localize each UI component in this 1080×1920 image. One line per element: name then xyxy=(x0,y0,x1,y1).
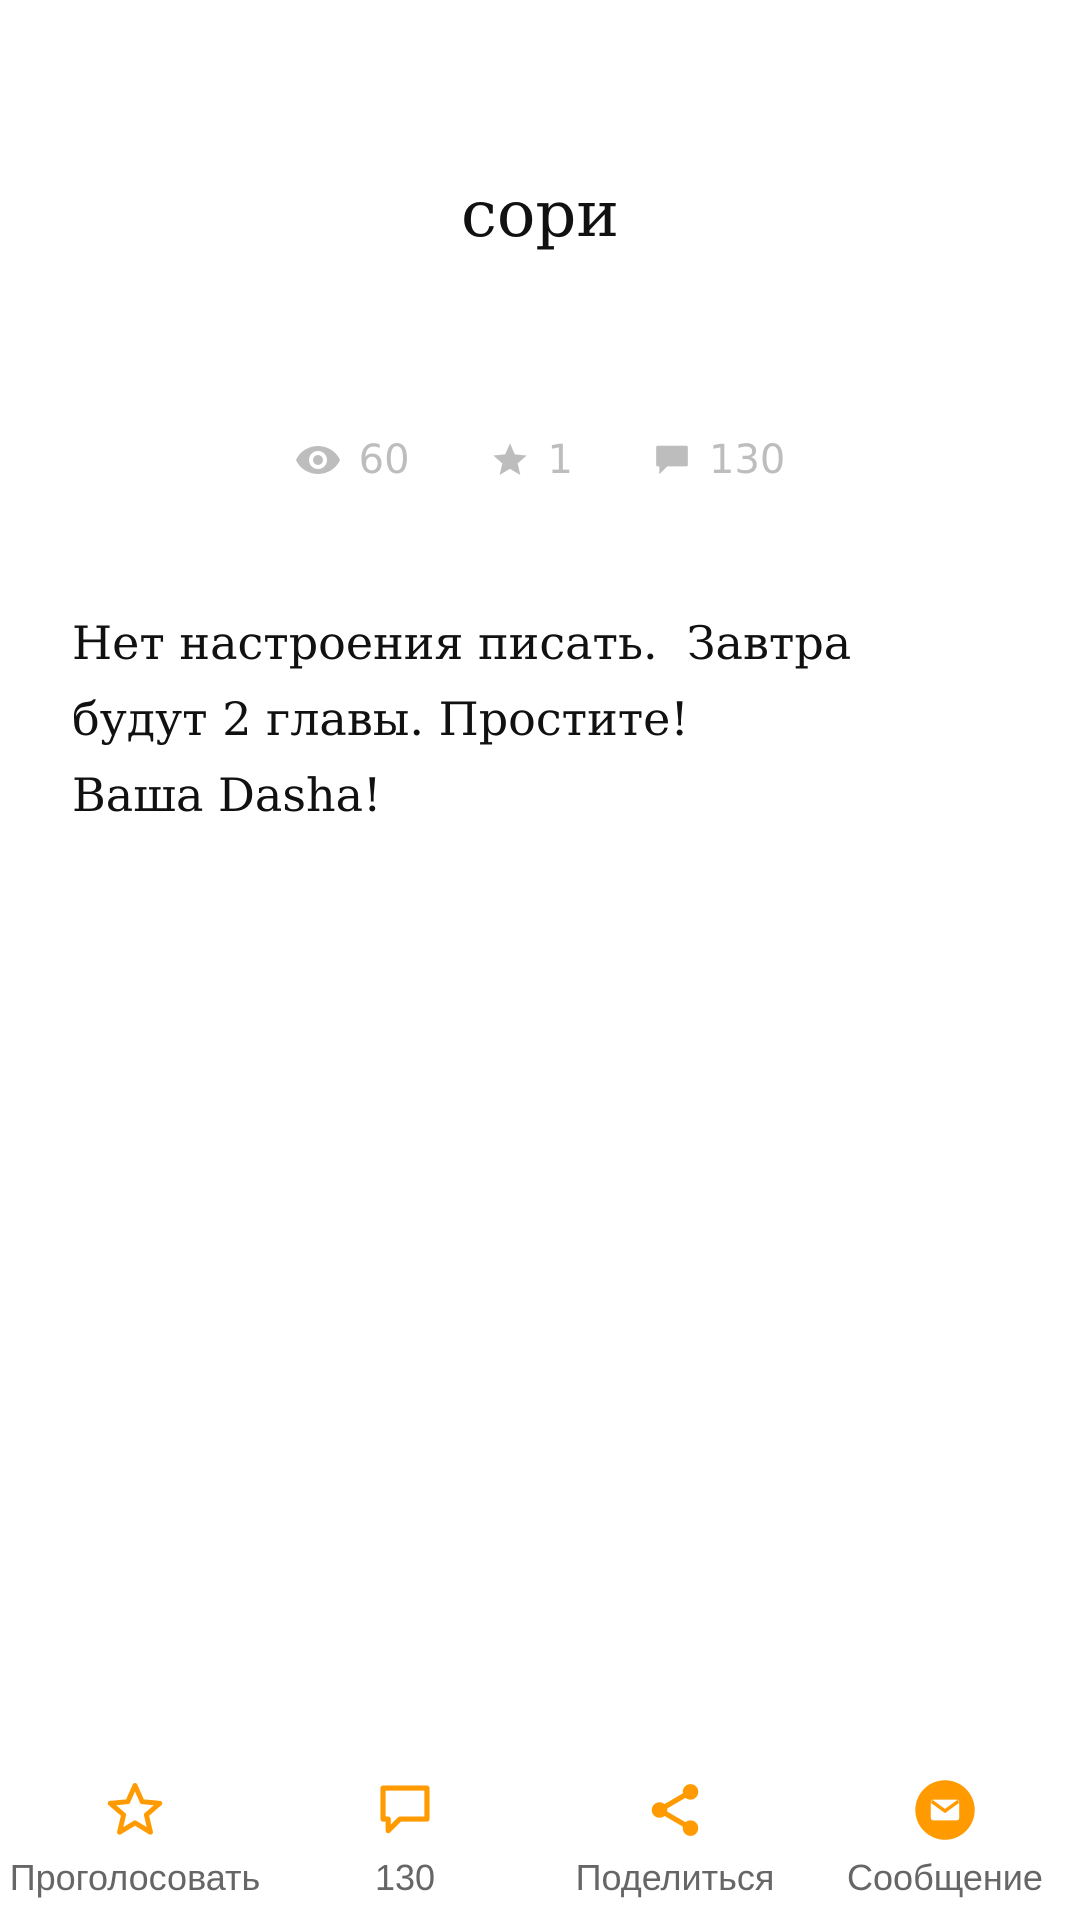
comments-count: 130 xyxy=(709,437,786,483)
comments-button-count: 130 xyxy=(374,1857,436,1898)
views-stat: 60 xyxy=(295,430,410,490)
vote-label: Проголосовать xyxy=(9,1857,261,1898)
views-count: 60 xyxy=(358,437,410,483)
mail-icon xyxy=(914,1775,976,1845)
votes-count: 1 xyxy=(547,437,573,483)
body-line: Ваша Dasha! xyxy=(72,768,382,822)
votes-stat: 1 xyxy=(490,430,573,490)
bottom-action-bar: Проголосовать 130 Поделиться Сообщение xyxy=(0,1775,1080,1920)
message-button[interactable]: Сообщение xyxy=(810,1775,1080,1920)
story-title: сори xyxy=(461,178,619,252)
share-label: Поделиться xyxy=(575,1857,775,1898)
vote-button[interactable]: Проголосовать xyxy=(0,1775,270,1920)
comments-button[interactable]: 130 xyxy=(270,1775,540,1920)
eye-icon xyxy=(295,444,341,476)
message-label: Сообщение xyxy=(847,1857,1043,1898)
share-icon xyxy=(644,1775,706,1845)
story-body: Нет настроения писать. Завтра будут 2 гл… xyxy=(72,605,1002,833)
star-icon xyxy=(490,440,530,480)
comment-outline-icon xyxy=(373,1775,437,1845)
comment-icon xyxy=(653,441,691,479)
body-line: будут 2 главы. Простите! xyxy=(72,692,689,746)
story-stats: 60 1 130 xyxy=(0,430,1080,490)
star-outline-icon xyxy=(104,1775,166,1845)
comments-stat: 130 xyxy=(653,430,785,490)
body-line: Нет настроения писать. Завтра xyxy=(72,616,852,670)
share-button[interactable]: Поделиться xyxy=(540,1775,810,1920)
